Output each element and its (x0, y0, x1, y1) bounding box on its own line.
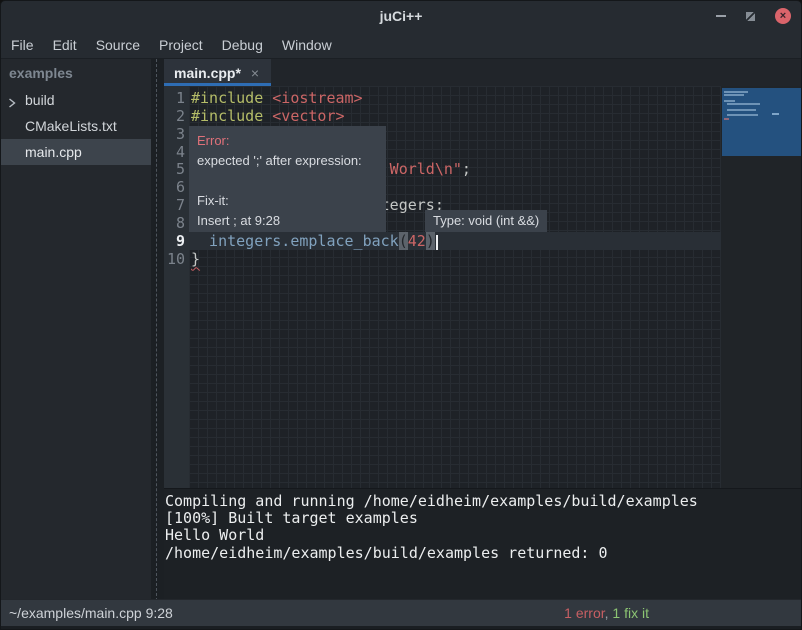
titlebar[interactable]: juCi++ × (1, 1, 801, 31)
line-number: 2 (160, 107, 185, 125)
line-number: 7 (160, 196, 185, 214)
line-number: 6 (160, 178, 185, 196)
menubar: File Edit Source Project Debug Window (1, 31, 801, 59)
status-diagnostics: 1 error, 1 fix it (564, 605, 649, 621)
code-line-2[interactable]: #include <vector> (189, 107, 721, 125)
tooltip-error-text: Insert ; at 9:28 (197, 211, 378, 231)
code-editor[interactable]: 12345678910 #include <iostream>#include … (164, 86, 802, 488)
text-cursor (436, 235, 438, 250)
main-area: examples build CMakeLists.txt main.cpp mai… (1, 59, 802, 601)
sidebar-item-main-cpp[interactable]: main.cpp (1, 139, 151, 165)
type-tooltip: Type: void (int &&) (425, 210, 547, 232)
menu-item-edit[interactable]: Edit (53, 37, 77, 53)
restore-icon[interactable] (746, 12, 755, 21)
sidebar-item-cmakelists-txt[interactable]: CMakeLists.txt (1, 113, 151, 139)
minimap-line (724, 91, 748, 93)
file-label: main.cpp (25, 144, 82, 160)
minimap[interactable] (722, 88, 802, 156)
minimize-icon[interactable] (716, 15, 726, 17)
juci-window: juCi++ × File Edit Source Project Debug Windo… (0, 0, 802, 630)
error-tooltip: Error:expected ';' after expression: Fix-… (189, 126, 386, 232)
code-token: } (191, 250, 200, 268)
file-label: CMakeLists.txt (25, 118, 117, 134)
terminal-line: [100%] Built target examples (165, 510, 802, 527)
line-number: 8 (160, 214, 185, 232)
tab-label: main.cpp* (174, 65, 241, 81)
minimap-line (727, 103, 760, 105)
minimap-line (772, 113, 779, 115)
line-number: 1 (160, 89, 185, 107)
code-line-10[interactable]: } (189, 250, 721, 268)
menu-item-window[interactable]: Window (282, 37, 332, 53)
minimap-line (724, 94, 744, 96)
code-token: 42 (408, 232, 426, 250)
terminal-line: /home/eidheim/examples/build/examples re… (165, 545, 802, 562)
line-number: 5 (160, 160, 185, 178)
status-fixit-count: 1 fix it (612, 605, 649, 621)
close-icon[interactable]: × (775, 8, 791, 24)
file-tree: build CMakeLists.txt main.cpp (1, 87, 151, 165)
project-name-label: examples (1, 59, 151, 87)
window-controls: × (716, 1, 791, 31)
tab-close-icon[interactable]: × (251, 66, 259, 80)
window-title: juCi++ (380, 8, 423, 24)
menu-item-debug[interactable]: Debug (222, 37, 263, 53)
line-number: 3 (160, 125, 185, 143)
line-number: 9 (160, 232, 185, 250)
code-token: integers.emplace_back (209, 232, 399, 250)
terminal-line: Hello World (165, 527, 802, 544)
build-output-terminal[interactable]: Compiling and running /home/eidheim/exam… (164, 488, 802, 601)
code-line-1[interactable]: #include <iostream> (189, 89, 721, 107)
code-token: ( (399, 232, 408, 250)
code-token: ; (462, 160, 471, 178)
line-number: 10 (160, 250, 185, 268)
sidebar-item-build[interactable]: build (1, 87, 151, 113)
line-number-gutter: 12345678910 (164, 86, 189, 488)
code-token: ) (426, 232, 435, 250)
minimap-line (724, 118, 729, 120)
menu-item-source[interactable]: Source (96, 37, 140, 53)
code-token: #include (191, 89, 272, 107)
minimap-line (727, 109, 756, 111)
file-label: build (25, 92, 55, 108)
menu-item-file[interactable]: File (11, 37, 34, 53)
tooltip-error-text: Fix-it: (197, 191, 378, 211)
file-tree-sidebar: examples build CMakeLists.txt main.cpp (1, 59, 151, 601)
code-token: <iostream> (272, 89, 362, 107)
code-line-9[interactable]: integers.emplace_back(42) (189, 232, 721, 250)
line-number: 4 (160, 143, 185, 161)
status-error-count: 1 error (564, 605, 604, 621)
statusbar: ~/examples/main.cpp 9:28 1 error, 1 fix … (1, 599, 802, 629)
code-token: <vector> (272, 107, 344, 125)
terminal-line: Compiling and running /home/eidheim/exam… (165, 493, 802, 510)
tooltip-error-text: expected ';' after expression: (197, 151, 378, 171)
status-file-position: ~/examples/main.cpp 9:28 (9, 605, 173, 621)
code-token: #include (191, 107, 272, 125)
minimap-line (724, 100, 735, 102)
menu-item-project[interactable]: Project (159, 37, 203, 53)
tab-main-cpp[interactable]: main.cpp* × (164, 59, 271, 86)
chevron-right-icon[interactable] (8, 95, 16, 111)
tooltip-error-text (197, 171, 378, 191)
code-token: World\n" (390, 160, 462, 178)
tabbar: main.cpp* × (164, 59, 802, 86)
tooltip-error-title: Error: (197, 131, 378, 151)
minimap-line (727, 114, 758, 116)
